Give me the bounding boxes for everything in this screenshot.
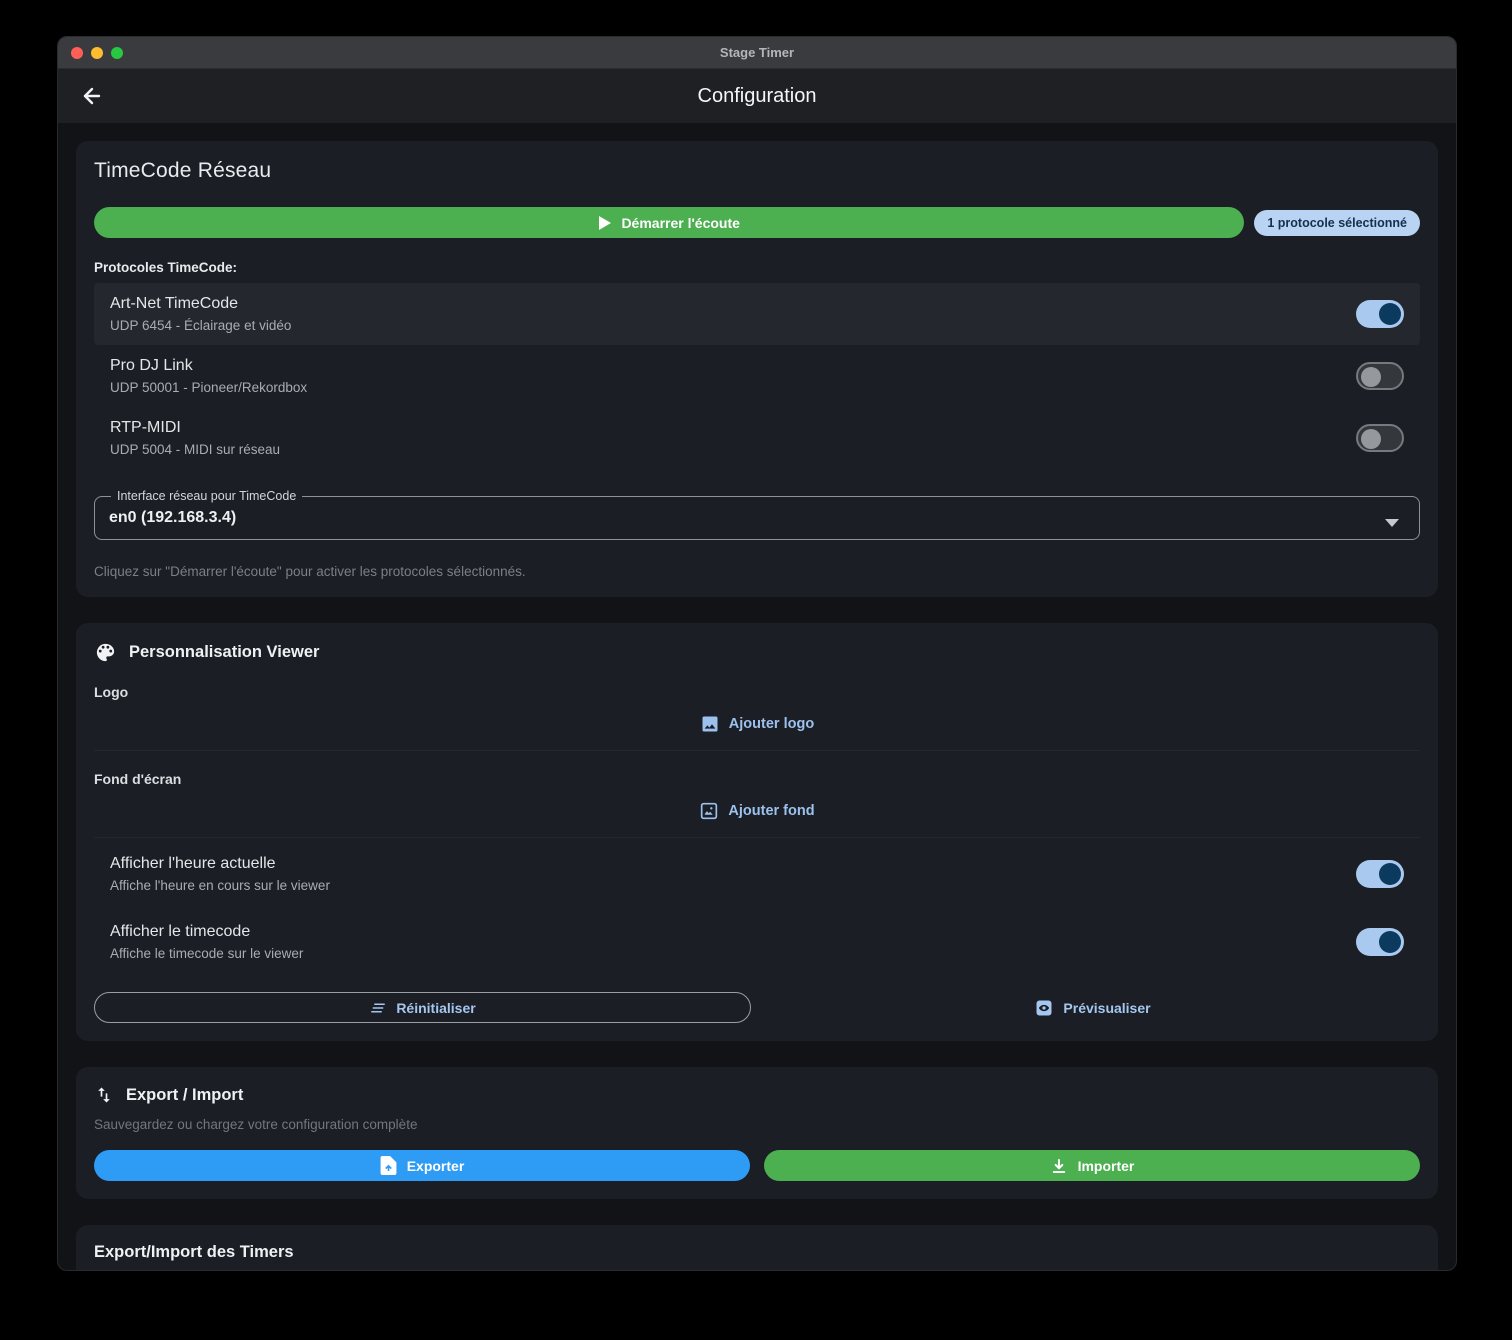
- toggle-row-text: Afficher l'heure actuelle Affiche l'heur…: [110, 855, 330, 893]
- toggle-knob: [1361, 367, 1381, 387]
- protocol-name: Pro DJ Link: [110, 357, 307, 375]
- reset-button[interactable]: Réinitialiser: [94, 992, 751, 1023]
- show-timecode-row: Afficher le timecode Affiche le timecode…: [94, 906, 1420, 974]
- import-label: Importer: [1078, 1158, 1135, 1174]
- protocols-label: Protocoles TimeCode:: [94, 260, 1420, 275]
- protocol-toggle-prodjlink[interactable]: [1356, 362, 1404, 390]
- show-clock-title: Afficher l'heure actuelle: [110, 855, 330, 873]
- export-import-card: Export / Import Sauvegardez ou chargez v…: [76, 1067, 1438, 1199]
- export-button[interactable]: Exporter: [94, 1150, 750, 1181]
- protocol-row-rtpmidi[interactable]: RTP-MIDI UDP 5004 - MIDI sur réseau: [94, 407, 1420, 469]
- page-header: Configuration: [58, 69, 1456, 123]
- preview-button[interactable]: Prévisualiser: [765, 992, 1420, 1023]
- viewer-actions-row: Réinitialiser Prévisualiser: [94, 992, 1420, 1023]
- protocol-text: RTP-MIDI UDP 5004 - MIDI sur réseau: [110, 419, 280, 457]
- start-listening-label: Démarrer l'écoute: [621, 215, 740, 231]
- content-area: TimeCode Réseau Démarrer l'écoute 1 prot…: [58, 123, 1456, 1271]
- preview-label: Prévisualiser: [1063, 1000, 1150, 1016]
- download-icon: [1050, 1157, 1068, 1175]
- toggle-knob: [1379, 931, 1401, 953]
- export-section-title: Export / Import: [126, 1086, 243, 1105]
- network-interface-value: en0 (192.168.3.4): [109, 509, 1405, 527]
- traffic-lights: [71, 37, 123, 69]
- logo-label: Logo: [94, 684, 1420, 700]
- wallpaper-icon: [699, 801, 719, 821]
- add-background-label: Ajouter fond: [728, 803, 814, 819]
- export-section-subtitle: Sauvegardez ou chargez votre configurati…: [94, 1117, 1420, 1132]
- add-logo-label: Ajouter logo: [729, 716, 814, 732]
- export-import-buttons: Exporter Importer: [94, 1150, 1420, 1181]
- add-background-button[interactable]: Ajouter fond: [94, 787, 1420, 838]
- timers-export-card: Export/Import des Timers Export: [76, 1225, 1438, 1271]
- viewer-section-header: Personnalisation Viewer: [94, 641, 1420, 664]
- protocol-name: Art-Net TimeCode: [110, 295, 291, 313]
- add-logo-button[interactable]: Ajouter logo: [94, 700, 1420, 751]
- play-icon: [598, 216, 611, 230]
- palette-icon: [94, 641, 117, 664]
- eye-square-icon: [1034, 998, 1054, 1018]
- protocol-text: Art-Net TimeCode UDP 6454 - Éclairage et…: [110, 295, 291, 333]
- image-icon: [700, 714, 720, 734]
- toggle-row-text: Afficher le timecode Affiche le timecode…: [110, 923, 303, 961]
- minimize-window-button[interactable]: [91, 47, 103, 59]
- close-window-button[interactable]: [71, 47, 83, 59]
- viewer-section-title: Personnalisation Viewer: [129, 643, 319, 662]
- show-clock-row: Afficher l'heure actuelle Affiche l'heur…: [94, 838, 1420, 906]
- toggle-knob: [1379, 303, 1401, 325]
- export-section-header: Export / Import: [94, 1085, 1420, 1105]
- viewer-customization-card: Personnalisation Viewer Logo Ajouter log…: [76, 623, 1438, 1041]
- show-timecode-description: Affiche le timecode sur le viewer: [110, 946, 303, 961]
- listen-row: Démarrer l'écoute 1 protocole sélectionn…: [94, 207, 1420, 238]
- protocol-text: Pro DJ Link UDP 50001 - Pioneer/Rekordbo…: [110, 357, 307, 395]
- background-label: Fond d'écran: [94, 771, 1420, 787]
- toggle-knob: [1379, 863, 1401, 885]
- export-label: Exporter: [407, 1158, 465, 1174]
- network-interface-select[interactable]: Interface réseau pour TimeCode en0 (192.…: [94, 489, 1420, 540]
- protocol-row-prodjlink[interactable]: Pro DJ Link UDP 50001 - Pioneer/Rekordbo…: [94, 345, 1420, 407]
- file-up-icon: [380, 1156, 397, 1175]
- protocol-row-artnet[interactable]: Art-Net TimeCode UDP 6454 - Éclairage et…: [94, 283, 1420, 345]
- timecode-section-title: TimeCode Réseau: [94, 159, 1420, 183]
- listen-helper-text: Cliquez sur "Démarrer l'écoute" pour act…: [94, 564, 1420, 579]
- protocol-toggle-rtpmidi[interactable]: [1356, 424, 1404, 452]
- titlebar: Stage Timer: [58, 37, 1456, 69]
- page-title: Configuration: [698, 85, 817, 108]
- reset-label: Réinitialiser: [396, 1000, 475, 1016]
- protocol-name: RTP-MIDI: [110, 419, 280, 437]
- window-title: Stage Timer: [720, 45, 794, 60]
- zoom-window-button[interactable]: [111, 47, 123, 59]
- start-listening-button[interactable]: Démarrer l'écoute: [94, 207, 1244, 238]
- protocol-toggle-artnet[interactable]: [1356, 300, 1404, 328]
- show-timecode-toggle[interactable]: [1356, 928, 1404, 956]
- protocol-description: UDP 50001 - Pioneer/Rekordbox: [110, 380, 307, 395]
- clear-lines-icon: [369, 999, 387, 1017]
- protocol-description: UDP 6454 - Éclairage et vidéo: [110, 318, 291, 333]
- toggle-knob: [1361, 429, 1381, 449]
- network-interface-label: Interface réseau pour TimeCode: [111, 489, 302, 503]
- caret-down-icon: [1385, 519, 1399, 527]
- protocol-count-badge: 1 protocole sélectionné: [1254, 210, 1420, 236]
- protocol-description: UDP 5004 - MIDI sur réseau: [110, 442, 280, 457]
- import-button[interactable]: Importer: [764, 1150, 1420, 1181]
- show-timecode-title: Afficher le timecode: [110, 923, 303, 941]
- show-clock-description: Affiche l'heure en cours sur le viewer: [110, 878, 330, 893]
- protocol-list: Art-Net TimeCode UDP 6454 - Éclairage et…: [94, 283, 1420, 469]
- timecode-network-card: TimeCode Réseau Démarrer l'écoute 1 prot…: [76, 141, 1438, 597]
- back-button[interactable]: [74, 78, 110, 114]
- timers-section-title: Export/Import des Timers: [94, 1243, 1420, 1262]
- show-clock-toggle[interactable]: [1356, 860, 1404, 888]
- arrow-left-icon: [80, 84, 104, 108]
- app-window: Stage Timer Configuration TimeCode Résea…: [57, 36, 1457, 1271]
- swap-vertical-icon: [94, 1085, 114, 1105]
